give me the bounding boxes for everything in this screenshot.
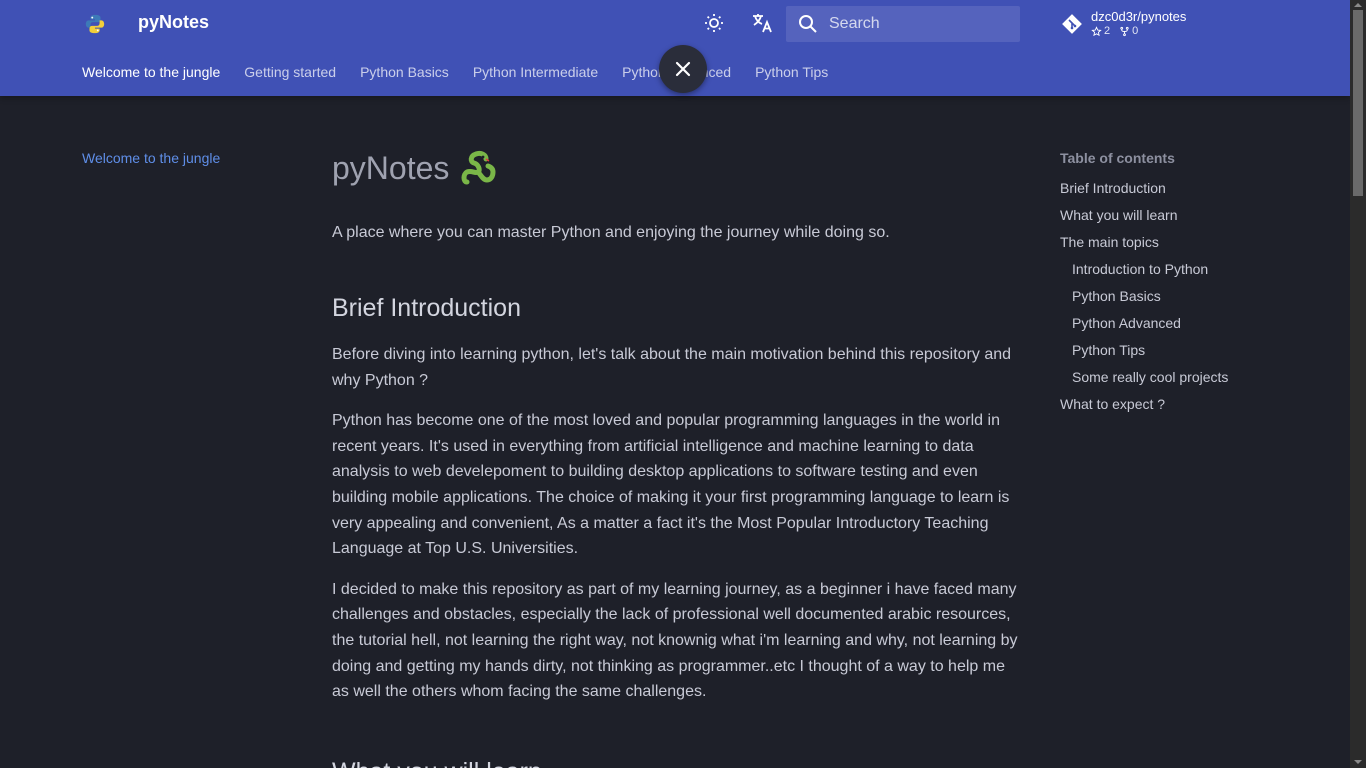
paragraph: Before diving into learning python, let'… [332, 346, 1012, 389]
paragraph: Python has become one of the most loved … [332, 412, 1010, 558]
scroll-down-arrow[interactable] [1354, 760, 1362, 764]
table-of-contents: Table of contents Brief Introduction Wha… [1060, 148, 1340, 418]
tab-python-intermediate[interactable]: Python Intermediate [473, 61, 598, 83]
close-button[interactable] [659, 45, 707, 93]
repo-forks: 0 [1119, 25, 1138, 37]
page-title-text: pyNotes [332, 149, 450, 186]
close-icon [675, 61, 691, 77]
brightness-icon[interactable] [702, 11, 726, 35]
tab-getting-started[interactable]: Getting started [244, 61, 336, 83]
scrollbar[interactable] [1350, 0, 1366, 768]
heading-what-you-will-learn: What you will learn [332, 755, 1022, 768]
tab-python-basics[interactable]: Python Basics [360, 61, 449, 83]
page-title: pyNotes [332, 140, 1022, 196]
repo-facts: 2 0 [1091, 25, 1147, 37]
lead-paragraph: A place where you can master Python and … [332, 224, 890, 241]
toc-item-what-you-will-learn[interactable]: What you will learn [1060, 202, 1340, 229]
toc-item-python-basics[interactable]: Python Basics [1060, 283, 1340, 310]
fork-icon [1120, 26, 1129, 36]
toc-item-cool-projects[interactable]: Some really cool projects [1060, 364, 1340, 391]
translate-icon[interactable] [750, 11, 774, 35]
search-icon [799, 15, 817, 33]
star-count: 2 [1104, 25, 1111, 37]
tab-welcome[interactable]: Welcome to the jungle [82, 61, 220, 83]
toc-item-what-to-expect[interactable]: What to expect ? [1060, 391, 1340, 418]
repo-link[interactable]: dzc0d3r/pynotes 2 0 [1060, 8, 1230, 44]
main-content: pyNotes A place where you can master Pyt… [332, 140, 1022, 768]
site-title[interactable]: pyNotes [138, 12, 209, 33]
left-nav: Welcome to the jungle [82, 150, 220, 166]
star-icon [1091, 25, 1102, 36]
scroll-up-arrow[interactable] [1354, 3, 1362, 7]
toc-item-python-tips[interactable]: Python Tips [1060, 337, 1340, 364]
toc-item-main-topics[interactable]: The main topics [1060, 229, 1340, 256]
scroll-thumb[interactable] [1353, 10, 1363, 196]
top-header: pyNotes dzc0d3r/pynotes 2 [0, 0, 1350, 96]
search-input[interactable] [829, 6, 1014, 42]
toc-title: Table of contents [1060, 150, 1175, 166]
git-icon [1062, 14, 1082, 34]
repo-name: dzc0d3r/pynotes [1091, 9, 1187, 24]
left-nav-item-welcome[interactable]: Welcome to the jungle [82, 150, 220, 166]
python-logo-icon[interactable] [84, 13, 106, 35]
heading-brief-introduction: Brief Introduction [332, 294, 521, 322]
toc-item-python-advanced[interactable]: Python Advanced [1060, 310, 1340, 337]
search-box[interactable] [786, 6, 1020, 42]
paragraph: I decided to make this repository as par… [332, 580, 1018, 701]
fork-count: 0 [1132, 25, 1139, 37]
snake-icon [461, 150, 496, 185]
toc-item-brief-introduction[interactable]: Brief Introduction [1060, 175, 1340, 202]
repo-stars: 2 [1091, 25, 1110, 37]
top-tabs: Welcome to the jungle Getting started Py… [82, 61, 852, 83]
toc-item-introduction-to-python[interactable]: Introduction to Python [1060, 256, 1340, 283]
tab-python-tips[interactable]: Python Tips [755, 61, 828, 83]
